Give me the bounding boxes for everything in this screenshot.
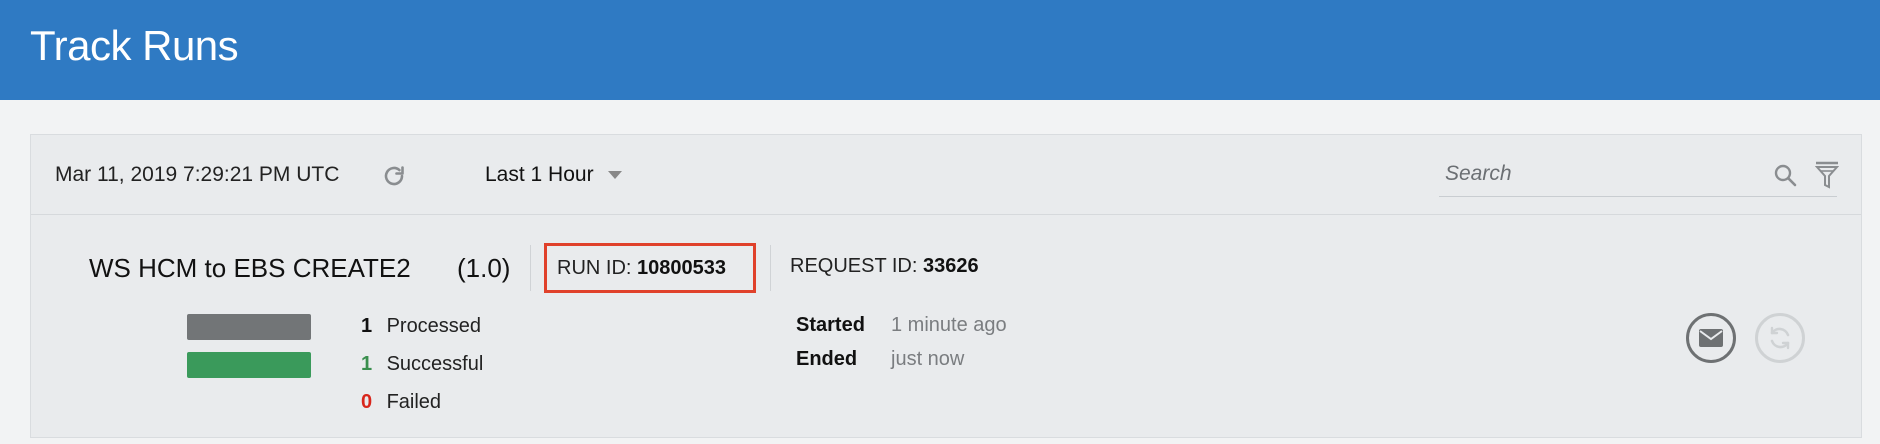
resubmit-icon [1770,326,1790,350]
integration-version: (1.0) [457,253,511,283]
run-id-label: RUN ID: [557,256,632,279]
time-range-select[interactable]: Last 1 Hour [485,161,622,189]
refresh-icon[interactable] [381,163,407,189]
divider [530,245,531,291]
request-id: REQUEST ID: 33626 [790,255,979,278]
successful-count-value: 1 [361,353,373,375]
processed-count: 1 Processed [361,315,481,338]
run-id: RUN ID: 10800533 [544,243,756,293]
processed-count-label: Processed [386,315,482,337]
chevron-down-icon [607,171,622,179]
successful-bar [187,352,311,378]
search-box [1439,153,1839,197]
processed-count-value: 1 [361,315,373,337]
run-row[interactable]: WS HCM to EBS CREATE2 (1.0) RUN ID: 1080… [31,215,1861,439]
successful-count: 1 Successful [361,353,483,376]
request-id-label: REQUEST ID: [790,255,918,277]
search-icon[interactable] [1773,163,1797,187]
failed-count-value: 0 [361,391,373,413]
email-report-button[interactable] [1686,313,1736,363]
processed-bar [187,314,311,340]
started-label: Started [796,314,865,336]
time-range-value: Last 1 Hour [485,163,594,186]
mail-icon [1699,329,1723,347]
run-id-value: 10800533 [637,256,726,279]
page-title: Track Runs [30,22,239,69]
successful-count-label: Successful [386,353,484,375]
resubmit-button[interactable] [1755,313,1805,363]
failed-count-label: Failed [386,391,442,413]
started-value: 1 minute ago [891,314,1007,336]
search-input[interactable] [1439,157,1739,191]
divider [770,245,771,291]
integration-name[interactable]: WS HCM to EBS CREATE2 [89,253,411,284]
last-refreshed-timestamp: Mar 11, 2019 7:29:21 PM UTC [55,163,340,186]
page-header: Track Runs [0,0,1880,100]
ended-label: Ended [796,348,858,370]
failed-count: 0 Failed [361,391,441,414]
request-id-value: 33626 [923,255,979,277]
runs-toolbar: Mar 11, 2019 7:29:21 PM UTC Last 1 Hour [31,135,1861,215]
runs-panel: Mar 11, 2019 7:29:21 PM UTC Last 1 Hour … [30,134,1862,438]
filter-icon[interactable] [1815,161,1839,189]
ended-value: just now [891,348,965,370]
